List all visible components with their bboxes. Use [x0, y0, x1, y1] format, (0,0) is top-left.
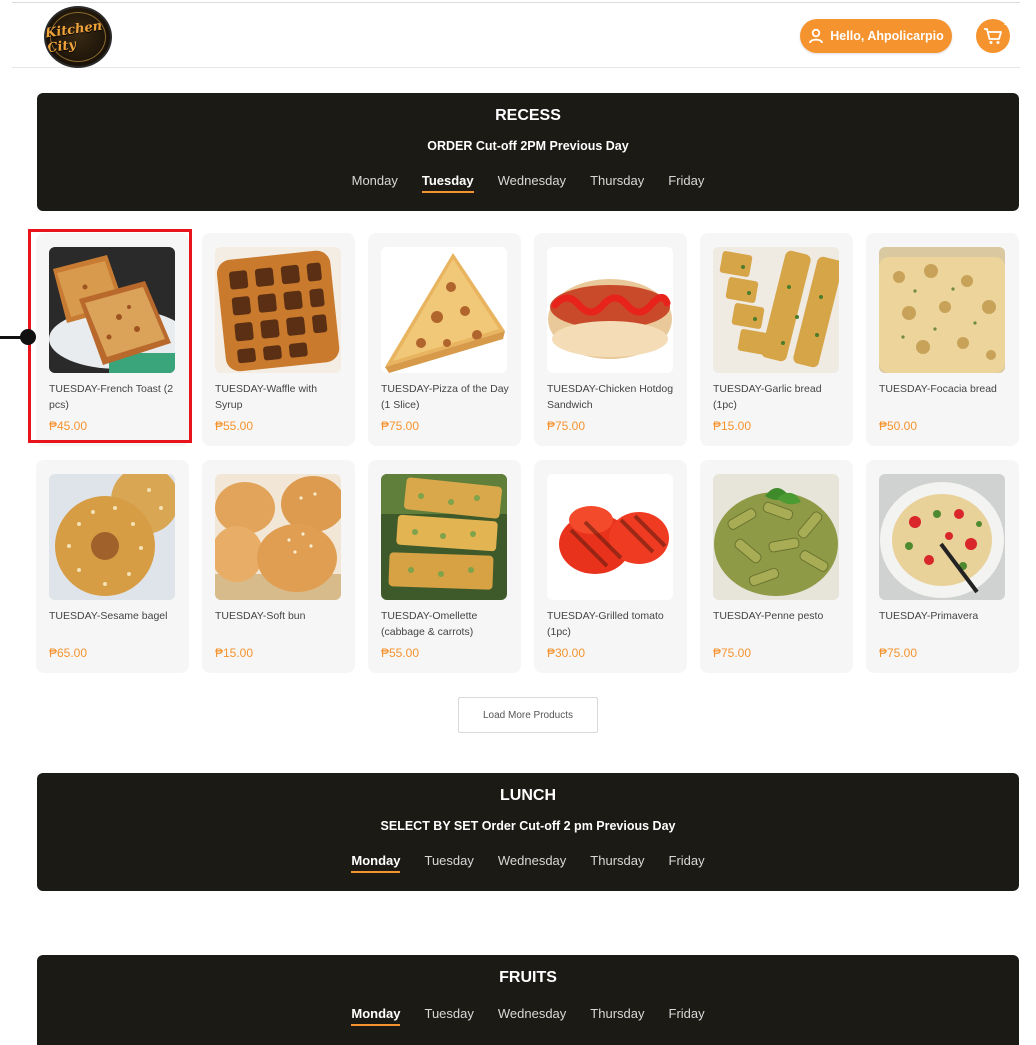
recess-tab-friday[interactable]: Friday: [668, 173, 704, 193]
product-price: ₱75.00: [547, 419, 586, 433]
product-price: ₱75.00: [381, 419, 420, 433]
product-card[interactable]: TUESDAY-Waffle with Syrup ₱55.00: [202, 233, 355, 446]
product-name: TUESDAY-Focacia bread: [879, 383, 997, 395]
recess-tab-wednesday[interactable]: Wednesday: [498, 173, 566, 193]
product-price: ₱50.00: [879, 419, 918, 433]
grilled-tomato-image: [547, 474, 673, 600]
product-card[interactable]: TUESDAY-Soft bun ₱15.00: [202, 460, 355, 673]
kitchen-city-logo[interactable]: Kitchen City: [44, 6, 112, 68]
lunch-tab-friday[interactable]: Friday: [669, 853, 705, 873]
product-card[interactable]: TUESDAY-French Toast (2 pcs) ₱45.00: [36, 233, 189, 446]
recess-subtitle: ORDER Cut-off 2PM Previous Day: [427, 139, 629, 153]
product-card[interactable]: TUESDAY-Sesame bagel ₱65.00: [36, 460, 189, 673]
soft-bun-image: [215, 474, 341, 600]
product-price: ₱15.00: [713, 419, 752, 433]
product-name: TUESDAY-Waffle with Syrup: [215, 383, 318, 411]
product-price: ₱55.00: [215, 419, 254, 433]
product-price: ₱55.00: [381, 646, 420, 660]
sesame-bagel-image: [49, 474, 175, 600]
product-price: ₱15.00: [215, 646, 254, 660]
fruits-tab-monday[interactable]: Monday: [351, 1006, 401, 1026]
user-icon: [809, 28, 824, 44]
recess-tab-monday[interactable]: Monday: [352, 173, 398, 193]
fruits-tab-tuesday[interactable]: Tuesday: [424, 1006, 473, 1026]
product-card[interactable]: TUESDAY-Omellette (cabbage & carrots) ₱5…: [368, 460, 521, 673]
recess-day-tabs: Monday Tuesday Wednesday Thursday Friday: [37, 173, 1019, 193]
omelette-image: [381, 474, 507, 600]
lunch-tab-wednesday[interactable]: Wednesday: [498, 853, 566, 873]
product-name: TUESDAY-Garlic bread (1pc): [713, 383, 822, 411]
fruits-section-header: FRUITS Monday Tuesday Wednesday Thursday…: [37, 955, 1019, 1045]
product-card[interactable]: TUESDAY-Garlic bread (1pc) ₱15.00: [700, 233, 853, 446]
cart-icon: [984, 28, 1002, 44]
fruits-tab-wednesday[interactable]: Wednesday: [498, 1006, 566, 1026]
primavera-image: [879, 474, 1005, 600]
recess-title: RECESS: [495, 107, 561, 124]
garlic-bread-image: [713, 247, 839, 373]
waffle-image: [215, 247, 341, 373]
fruits-tab-friday[interactable]: Friday: [669, 1006, 705, 1026]
fruits-tab-thursday[interactable]: Thursday: [590, 1006, 644, 1026]
account-greeting: Hello, Ahpolicarpio: [830, 29, 944, 43]
recess-tab-tuesday[interactable]: Tuesday: [421, 173, 474, 193]
french-toast-image: [49, 247, 175, 373]
lunch-tab-monday[interactable]: Monday: [351, 853, 401, 873]
product-card[interactable]: TUESDAY-Focacia bread ₱50.00: [866, 233, 1019, 446]
product-name: TUESDAY-Penne pesto: [713, 610, 824, 622]
product-name: TUESDAY-Pizza of the Day (1 Slice): [381, 383, 509, 411]
product-price: ₱75.00: [879, 646, 918, 660]
lunch-subtitle: SELECT BY SET Order Cut-off 2 pm Previou…: [380, 819, 676, 833]
fruits-day-tabs: Monday Tuesday Wednesday Thursday Friday: [37, 1006, 1019, 1026]
penne-pesto-image: [713, 474, 839, 600]
product-name: TUESDAY-Primavera: [879, 610, 979, 622]
lunch-day-tabs: Monday Tuesday Wednesday Thursday Friday: [37, 853, 1019, 873]
product-grid: TUESDAY-French Toast (2 pcs) ₱45.00 TUES…: [36, 233, 1020, 673]
hotdog-image: [547, 247, 673, 373]
product-card[interactable]: TUESDAY-Grilled tomato (1pc) ₱30.00: [534, 460, 687, 673]
product-card[interactable]: TUESDAY-Penne pesto ₱75.00: [700, 460, 853, 673]
product-card[interactable]: TUESDAY-Chicken Hotdog Sandwich ₱75.00: [534, 233, 687, 446]
product-card[interactable]: TUESDAY-Pizza of the Day (1 Slice) ₱75.0…: [368, 233, 521, 446]
product-name: TUESDAY-Chicken Hotdog Sandwich: [547, 383, 674, 411]
product-name: TUESDAY-Soft bun: [215, 610, 306, 622]
lunch-tab-tuesday[interactable]: Tuesday: [424, 853, 473, 873]
product-card[interactable]: TUESDAY-Primavera ₱75.00: [866, 460, 1019, 673]
product-name: TUESDAY-Sesame bagel: [49, 610, 168, 622]
product-name: TUESDAY-French Toast (2 pcs): [49, 383, 174, 411]
account-button[interactable]: Hello, Ahpolicarpio: [800, 19, 952, 53]
focaccia-image: [879, 247, 1005, 373]
site-header: Kitchen City Hello, Ahpolicarpio 2: [12, 3, 1020, 68]
product-name: TUESDAY-Grilled tomato (1pc): [547, 610, 664, 638]
annotation-pointer-dot: [20, 329, 36, 345]
product-price: ₱65.00: [49, 646, 88, 660]
product-price: ₱75.00: [713, 646, 752, 660]
recess-tab-thursday[interactable]: Thursday: [590, 173, 644, 193]
product-price: ₱30.00: [547, 646, 586, 660]
lunch-section-header: LUNCH SELECT BY SET Order Cut-off 2 pm P…: [37, 773, 1019, 891]
load-more-products-button[interactable]: Load More Products: [458, 697, 598, 733]
recess-section-header: RECESS ORDER Cut-off 2PM Previous Day Mo…: [37, 93, 1019, 211]
lunch-title: LUNCH: [500, 787, 556, 804]
fruits-title: FRUITS: [499, 969, 557, 986]
pizza-slice-image: [381, 247, 507, 373]
lunch-tab-thursday[interactable]: Thursday: [590, 853, 644, 873]
cart-count-badge: 2: [1004, 18, 1009, 27]
product-price: ₱45.00: [49, 419, 88, 433]
product-name: TUESDAY-Omellette (cabbage & carrots): [381, 610, 478, 638]
